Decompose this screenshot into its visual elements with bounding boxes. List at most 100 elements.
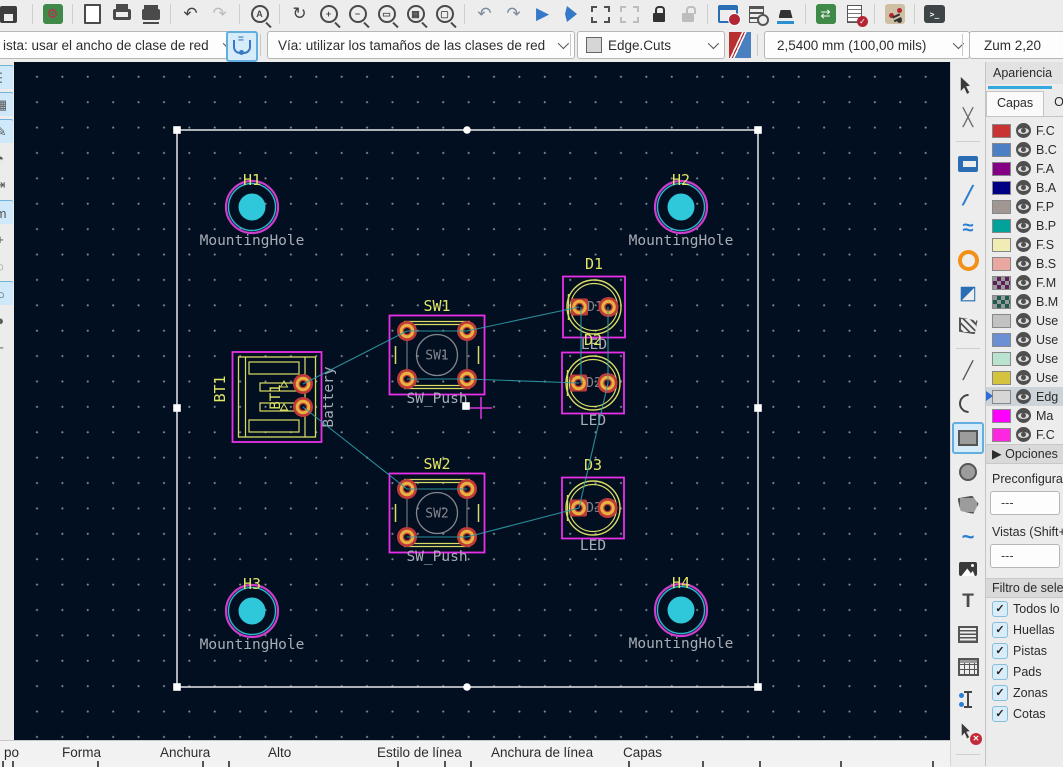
layer-select[interactable]: Edge.Cuts	[577, 31, 725, 59]
layer-row-9[interactable]: B.M	[986, 292, 1063, 311]
visibility-eye-icon[interactable]	[1016, 218, 1031, 233]
draw-rectangle-tool[interactable]	[952, 422, 984, 454]
page-settings-button[interactable]	[80, 2, 105, 27]
checkbox[interactable]: ✓	[992, 601, 1008, 617]
layer-row-5[interactable]: B.P	[986, 216, 1063, 235]
selection-handle[interactable]	[463, 683, 471, 691]
ratsnest-hidden-toggle[interactable]: ◌	[0, 254, 13, 278]
visibility-eye-icon[interactable]	[1016, 256, 1031, 271]
zoom-level-select[interactable]: Zum 2,20	[969, 31, 1063, 59]
net-inspect-button[interactable]	[882, 2, 907, 27]
layer-color-swatch[interactable]	[992, 181, 1011, 195]
pad-display-button[interactable]	[773, 2, 798, 27]
mirror-horizontal-button[interactable]	[559, 2, 584, 27]
place-textbox-tool[interactable]	[954, 620, 982, 648]
rule-area-tool[interactable]	[954, 312, 982, 340]
checkbox[interactable]: ✓	[992, 664, 1008, 680]
grid-visibility-toggle[interactable]: ⋮	[0, 65, 13, 89]
filter-huellas[interactable]: ✓Huellas	[986, 619, 1063, 640]
filter-cotas[interactable]: ✓Cotas	[986, 703, 1063, 724]
visibility-eye-icon[interactable]	[1016, 161, 1031, 176]
place-footprint-tool[interactable]	[954, 150, 982, 178]
highlight-net-tool[interactable]: ╳	[954, 104, 982, 132]
layer-pair-indicator[interactable]	[729, 32, 751, 58]
layer-color-swatch[interactable]	[992, 409, 1011, 423]
layer-row-10[interactable]: Use	[986, 311, 1063, 330]
visibility-eye-icon[interactable]	[1016, 142, 1031, 157]
visibility-eye-icon[interactable]	[1016, 199, 1031, 214]
route-tracks-tool[interactable]: ╱	[954, 182, 982, 210]
layer-row-15[interactable]: Ma	[986, 406, 1063, 425]
print-button[interactable]	[109, 2, 134, 27]
layer-row-11[interactable]: Use	[986, 330, 1063, 349]
rotate-cw-button[interactable]: ↷	[501, 2, 526, 27]
selection-handle[interactable]	[173, 404, 181, 412]
zoom-fit-page-button[interactable]: ▭	[374, 2, 399, 27]
unlock-button[interactable]	[675, 2, 700, 27]
footprint-H4[interactable]: H4MountingHole	[629, 574, 734, 652]
layer-color-swatch[interactable]	[992, 295, 1011, 309]
draw-circle-tool[interactable]	[954, 458, 982, 486]
grid-overrides-toggle[interactable]: ✎	[0, 119, 13, 143]
visibility-eye-icon[interactable]	[1016, 180, 1031, 195]
checkbox[interactable]: ✓	[992, 706, 1008, 722]
checkbox[interactable]: ✓	[992, 643, 1008, 659]
drc-button[interactable]	[842, 2, 867, 27]
visibility-eye-icon[interactable]	[1016, 237, 1031, 252]
tune-length-tool[interactable]: ≈	[954, 215, 982, 243]
footprint-H2[interactable]: H2MountingHole	[629, 171, 734, 249]
tab-obje[interactable]: Obje	[1044, 91, 1063, 116]
highcontrast-mode-toggle[interactable]: ◑	[0, 308, 13, 332]
footprint-SW1[interactable]: SW1SW1SW_Push	[390, 297, 485, 407]
selection-handle[interactable]	[463, 126, 471, 134]
filter-pads[interactable]: ✓Pads	[986, 661, 1063, 682]
layer-color-swatch[interactable]	[992, 143, 1011, 157]
layer-row-8[interactable]: F.M	[986, 273, 1063, 292]
footprint-D3[interactable]: D3D3LED	[562, 456, 624, 554]
units-mm-toggle[interactable]: m	[0, 200, 13, 224]
place-image-tool[interactable]	[954, 555, 982, 583]
polar-coordinates-toggle[interactable]: ◔	[0, 146, 13, 170]
layer-color-swatch[interactable]	[992, 162, 1011, 176]
filter-zonas[interactable]: ✓Zonas	[986, 682, 1063, 703]
delete-tool[interactable]: ✕	[954, 717, 982, 745]
layer-color-swatch[interactable]	[992, 124, 1011, 138]
layer-color-swatch[interactable]	[992, 352, 1011, 366]
footprint-H3[interactable]: H3MountingHole	[200, 575, 305, 653]
layer-row-3[interactable]: B.A	[986, 178, 1063, 197]
layer-row-12[interactable]: Use	[986, 349, 1063, 368]
layer-color-swatch[interactable]	[992, 371, 1011, 385]
layer-color-swatch[interactable]	[992, 390, 1011, 404]
pcb-canvas[interactable]: H1MountingHole H2MountingHole H3MountingHo…	[14, 62, 950, 740]
layer-row-13[interactable]: Use	[986, 368, 1063, 387]
layer-color-swatch[interactable]	[992, 219, 1011, 233]
visibility-eye-icon[interactable]	[1016, 332, 1031, 347]
draw-polygon-tool[interactable]	[954, 491, 982, 519]
place-table-tool[interactable]	[954, 653, 982, 681]
group-button[interactable]	[588, 2, 613, 27]
ungroup-button[interactable]	[617, 2, 642, 27]
visibility-eye-icon[interactable]	[1016, 313, 1031, 328]
dimension-tool[interactable]	[954, 685, 982, 713]
layer-color-swatch[interactable]	[992, 428, 1011, 442]
select-tool[interactable]	[954, 72, 982, 100]
layer-row-1[interactable]: B.C	[986, 140, 1063, 159]
visibility-eye-icon[interactable]	[1016, 370, 1031, 385]
views-select[interactable]: ---	[990, 544, 1060, 568]
plot-button[interactable]	[138, 2, 163, 27]
layer-color-swatch[interactable]	[992, 257, 1011, 271]
visibility-eye-icon[interactable]	[1016, 294, 1031, 309]
selection-handle[interactable]	[754, 126, 762, 134]
flip-vertical-button[interactable]: ▶	[530, 2, 555, 27]
filter-pistas[interactable]: ✓Pistas	[986, 640, 1063, 661]
footprint-H1[interactable]: H1MountingHole	[200, 171, 305, 249]
tab-capas[interactable]: Capas	[986, 91, 1044, 116]
zoom-fit-objects-button[interactable]: ▦	[403, 2, 428, 27]
grid-select[interactable]: 2,5400 mm (100,00 mils)	[764, 31, 970, 59]
curved-ratsnest-toggle[interactable]: ~	[0, 335, 13, 359]
place-via-tool[interactable]	[954, 247, 982, 275]
selection-handle[interactable]	[173, 126, 181, 134]
selection-handle[interactable]	[754, 404, 762, 412]
update-pcb-button[interactable]: ⇄	[813, 2, 838, 27]
footprint-BT1[interactable]: BT1BT1Battery	[211, 352, 337, 442]
